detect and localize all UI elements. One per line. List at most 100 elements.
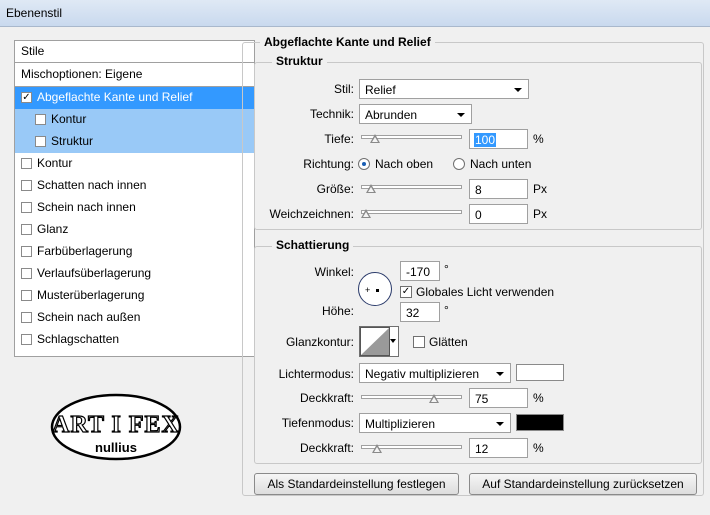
highlight-color-swatch[interactable] (516, 364, 564, 381)
highlight-opacity-value: 75 (475, 392, 489, 406)
style-select[interactable]: Relief (359, 79, 529, 99)
style-item-label: Verlaufsüberlagerung (37, 266, 152, 280)
logo-text-top: ART I FEX (52, 412, 180, 438)
style-item-abgeflachte-kante-und-relief[interactable]: ✓ Abgeflachte Kante und Relief (15, 87, 254, 109)
soften-unit: Px (533, 207, 548, 221)
style-item-checkbox[interactable] (21, 180, 32, 191)
logo-text-bottom: nullius (95, 440, 137, 455)
style-list-header-label: Stile (21, 44, 45, 58)
size-label: Größe: (316, 182, 354, 196)
gloss-contour-label: Glanzkontur: (285, 335, 354, 349)
style-item-musterüberlagerung[interactable]: Musterüberlagerung (15, 285, 254, 307)
style-item-label: Schatten nach innen (37, 178, 147, 192)
depth-input[interactable]: 100 (469, 129, 528, 149)
smooth-label[interactable]: Glätten (429, 335, 468, 349)
style-item-label: Musterüberlagerung (37, 288, 145, 302)
style-item-kontur[interactable]: Kontur (15, 109, 254, 131)
highlight-mode-select[interactable]: Negativ multiplizieren (359, 363, 511, 383)
technique-label: Technik: (309, 107, 354, 121)
smooth-checkbox[interactable] (413, 336, 425, 348)
shadow-opacity-unit: % (533, 441, 544, 455)
style-item-checkbox[interactable] (21, 224, 32, 235)
shadow-mode-label: Tiefenmodus: (281, 416, 354, 430)
size-slider-thumb[interactable] (365, 184, 377, 193)
style-item-label: Farbüberlagerung (37, 244, 133, 258)
direction-up-radio[interactable] (358, 158, 370, 170)
style-item-checkbox[interactable] (21, 246, 32, 257)
technique-select-value: Abrunden (365, 108, 418, 122)
global-light-checkbox[interactable]: ✓ (400, 286, 412, 298)
angle-dot (376, 289, 379, 292)
style-item-schatten-nach-innen[interactable]: Schatten nach innen (15, 175, 254, 197)
style-item-schein-nach-außen[interactable]: Schein nach außen (15, 307, 254, 329)
artifex-logo: ART I FEX nullius (50, 393, 182, 461)
style-item-schein-nach-innen[interactable]: Schein nach innen (15, 197, 254, 219)
soften-label: Weichzeichnen: (269, 207, 355, 221)
direction-down-label[interactable]: Nach unten (470, 157, 531, 171)
style-select-value: Relief (365, 83, 396, 97)
gloss-contour-picker[interactable] (359, 326, 399, 357)
style-item-label: Kontur (37, 156, 73, 170)
style-item-label: Glanz (37, 222, 69, 236)
highlight-opacity-thumb[interactable] (429, 394, 440, 403)
style-item-label: Schein nach innen (37, 200, 136, 214)
soften-slider-track[interactable] (361, 210, 462, 214)
angle-input[interactable]: -170 (400, 261, 440, 281)
style-item-struktur[interactable]: Struktur (15, 131, 254, 153)
chevron-down-icon (457, 113, 465, 117)
size-input[interactable]: 8 (469, 179, 528, 199)
style-item-checkbox[interactable] (21, 334, 32, 345)
direction-up-label[interactable]: Nach oben (375, 157, 433, 171)
style-item-label: Abgeflachte Kante und Relief (37, 90, 193, 104)
style-item-checkbox[interactable] (21, 290, 32, 301)
chevron-down-icon (496, 422, 504, 426)
highlight-opacity-track[interactable] (361, 395, 462, 399)
style-item-checkbox[interactable] (21, 202, 32, 213)
angle-dial[interactable]: + (358, 272, 392, 306)
chevron-down-icon (514, 88, 522, 92)
depth-slider-thumb[interactable] (370, 134, 381, 143)
global-light-label[interactable]: Globales Licht verwenden (416, 285, 554, 299)
style-item-label: Kontur (51, 112, 87, 126)
shadow-color-swatch[interactable] (516, 414, 564, 431)
style-item-checkbox[interactable] (35, 136, 46, 147)
shadow-mode-select[interactable]: Multiplizieren (359, 413, 511, 433)
style-item-checkbox[interactable] (21, 158, 32, 169)
style-item-kontur[interactable]: Kontur (15, 153, 254, 175)
highlight-mode-value: Negativ multiplizieren (365, 367, 480, 381)
altitude-input[interactable]: 32 (400, 302, 440, 322)
depth-label: Tiefe: (324, 132, 354, 146)
highlight-opacity-input[interactable]: 75 (469, 388, 528, 408)
angle-unit: ° (444, 262, 449, 276)
style-item-checkbox[interactable] (21, 268, 32, 279)
altitude-input-value: 32 (406, 306, 420, 320)
check-icon: ✓ (401, 286, 411, 297)
style-item-farbüberlagerung[interactable]: Farbüberlagerung (15, 241, 254, 263)
make-default-button[interactable]: Als Standardeinstellung festlegen (254, 473, 459, 495)
window-title: Ebenenstil (6, 6, 63, 20)
style-item-checkbox[interactable]: ✓ (21, 92, 32, 103)
shadow-opacity-input[interactable]: 12 (469, 438, 528, 458)
style-item-checkbox[interactable] (21, 312, 32, 323)
chevron-down-icon (390, 339, 396, 343)
blending-options-item[interactable]: Mischoptionen: Eigene (15, 63, 254, 87)
shadow-opacity-thumb[interactable] (371, 444, 383, 453)
size-input-value: 8 (475, 183, 482, 197)
reset-default-button[interactable]: Auf Standardeinstellung zurücksetzen (469, 473, 697, 495)
style-item-checkbox[interactable] (35, 114, 46, 125)
soften-input[interactable]: 0 (469, 204, 528, 224)
technique-select[interactable]: Abrunden (359, 104, 472, 124)
size-unit: Px (533, 182, 548, 196)
soften-slider-thumb[interactable] (361, 209, 372, 218)
highlight-opacity-label: Deckkraft: (299, 391, 354, 405)
altitude-label: Höhe: (321, 304, 354, 318)
depth-input-value: 100 (474, 133, 497, 147)
style-list-header[interactable]: Stile (15, 41, 254, 63)
direction-down-radio[interactable] (453, 158, 465, 170)
style-item-glanz[interactable]: Glanz (15, 219, 254, 241)
style-item-schlagschatten[interactable]: Schlagschatten (15, 329, 254, 351)
style-item-label: Schein nach außen (37, 310, 141, 324)
shadow-opacity-value: 12 (475, 442, 489, 456)
chevron-down-icon (496, 372, 504, 376)
style-item-verlaufsüberlagerung[interactable]: Verlaufsüberlagerung (15, 263, 254, 285)
